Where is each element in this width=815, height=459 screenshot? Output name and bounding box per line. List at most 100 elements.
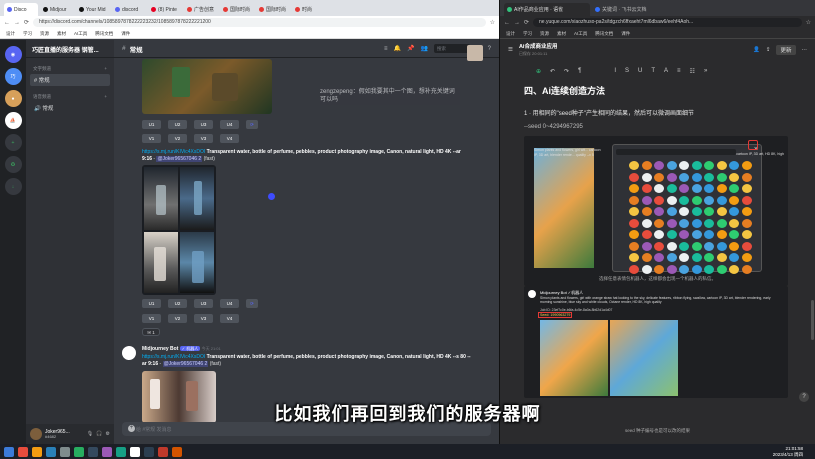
tab-fashion-3[interactable]: 时尚 [292, 3, 326, 16]
emoji-icon[interactable] [629, 253, 639, 262]
emoji-icon[interactable] [741, 161, 752, 170]
u4-button[interactable]: U4 [220, 120, 239, 129]
bookmark-item[interactable]: 课件 [621, 31, 630, 37]
members-icon[interactable]: 👥 [421, 45, 428, 52]
emoji-icon[interactable] [654, 241, 664, 251]
mic-icon[interactable]: 🎙 [87, 431, 93, 437]
category-text[interactable]: 文字频道 + [26, 66, 114, 72]
emoji-icon[interactable] [729, 253, 739, 262]
emoji-icon[interactable] [729, 218, 739, 228]
search-input[interactable]: 搜索 [433, 44, 470, 53]
add-channel-icon[interactable]: + [104, 66, 107, 72]
help-icon[interactable]: ? [488, 46, 491, 52]
bookmark-item[interactable]: 设计 [506, 31, 515, 37]
add-server-icon[interactable]: + [4, 134, 22, 151]
emoji-icon[interactable] [654, 264, 664, 274]
url-field[interactable]: https://discord.com/channels/10858978782… [33, 18, 486, 27]
italic-icon[interactable]: I [614, 68, 616, 74]
back-icon[interactable]: ← [504, 20, 510, 26]
update-button[interactable]: 更新 [776, 45, 796, 55]
redo-icon[interactable]: ↷ [564, 68, 569, 75]
tab-pinterest[interactable]: (8) Pinte [148, 3, 182, 16]
emoji-icon[interactable] [691, 230, 702, 239]
emoji-icon[interactable] [741, 230, 752, 239]
emoji-icon[interactable] [629, 264, 639, 274]
explore-icon[interactable]: ✪ [4, 156, 22, 173]
bookmark-item[interactable]: AI工具 [574, 31, 587, 37]
app-icon[interactable] [130, 446, 140, 457]
generated-image-grid[interactable] [142, 59, 272, 114]
align-icon[interactable]: ≡ [677, 68, 681, 74]
emoji-icon[interactable] [691, 172, 702, 182]
emoji-icon[interactable] [629, 161, 639, 170]
app-icon[interactable] [116, 446, 126, 457]
bookmark-item[interactable]: 腾讯文档 [95, 31, 113, 37]
emoji-icon[interactable] [704, 184, 714, 193]
bot-avatar[interactable] [122, 346, 136, 360]
emoji-icon[interactable] [641, 172, 652, 182]
app-icon[interactable] [88, 446, 98, 457]
bookmark-item[interactable]: 素材 [57, 31, 66, 37]
emoji-icon[interactable] [716, 161, 727, 170]
emoji-icon[interactable] [641, 207, 652, 216]
server-icon[interactable]: ⛵ [4, 112, 22, 129]
server-icon[interactable]: 巧 [4, 68, 22, 85]
emoji-icon[interactable] [716, 207, 727, 216]
emoji-icon[interactable] [716, 218, 727, 228]
emoji-icon[interactable] [716, 184, 727, 193]
emoji-icon[interactable] [666, 241, 677, 251]
v3-button[interactable]: V3 [194, 134, 213, 143]
emoji-icon[interactable] [641, 161, 652, 170]
tab-discord[interactable]: Disco [4, 3, 38, 16]
emoji-icon[interactable] [729, 195, 739, 205]
emoji-icon[interactable] [704, 218, 714, 228]
system-clock[interactable]: 21:01:58 2023/4/13 周四 [773, 446, 815, 457]
server-icon[interactable]: ● [4, 90, 22, 107]
share-icon[interactable]: ⇪ [766, 47, 771, 53]
emoji-icon[interactable] [641, 218, 652, 228]
bookmark-item[interactable]: 资源 [40, 31, 49, 37]
reroll-button[interactable]: ⟳ [246, 120, 258, 129]
app-icon[interactable] [144, 446, 154, 457]
list-icon[interactable]: ☷ [690, 68, 695, 75]
v1-button[interactable]: V1 [142, 314, 161, 323]
tab-feishu[interactable]: 关键词 · 飞书云文档 [592, 3, 678, 16]
threads-icon[interactable]: ≡ [384, 46, 388, 52]
undo-icon[interactable]: ↶ [550, 68, 555, 75]
emoji-icon[interactable] [704, 264, 714, 274]
reroll-button[interactable]: ⟳ [246, 299, 258, 308]
emoji-icon[interactable] [741, 218, 752, 228]
tab-fashion-2[interactable]: 国际时尚 [256, 3, 290, 16]
emoji-icon[interactable] [691, 218, 702, 228]
emoji-icon[interactable] [679, 218, 689, 228]
emoji-icon[interactable] [679, 172, 689, 182]
emoji-icon[interactable] [741, 207, 752, 216]
emoji-icon[interactable] [741, 184, 752, 193]
v4-button[interactable]: V4 [220, 314, 239, 323]
app-icon[interactable] [102, 446, 112, 457]
clear-format-icon[interactable]: T [651, 68, 655, 74]
u4-button[interactable]: U4 [220, 299, 239, 308]
bookmark-item[interactable]: 课件 [121, 31, 130, 37]
prompt-link[interactable]: https://s.mj.run/KIVic4XsDOI [142, 354, 205, 360]
emoji-icon[interactable] [716, 264, 727, 274]
start-icon[interactable] [4, 446, 14, 457]
add-attachment-icon[interactable]: + [128, 425, 135, 432]
emoji-icon[interactable] [654, 161, 664, 170]
v4-button[interactable]: V4 [220, 134, 239, 143]
bookmark-item[interactable]: 素材 [557, 31, 566, 37]
emoji-icon[interactable] [691, 241, 702, 251]
emoji-icon[interactable] [729, 230, 739, 239]
emoji-icon[interactable] [729, 264, 739, 274]
forward-icon[interactable]: → [14, 20, 20, 26]
reload-icon[interactable]: ⟳ [24, 19, 29, 26]
emoji-icon[interactable] [704, 161, 714, 170]
emoji-icon[interactable] [704, 241, 714, 251]
doc-screenshot-seed[interactable]: Midjourney Bot ✓机器人 Simon plants and flo… [524, 286, 788, 398]
v2-button[interactable]: V2 [168, 134, 187, 143]
more-icon[interactable]: ⋯ [802, 47, 808, 53]
emoji-icon[interactable] [691, 207, 702, 216]
scrollbar[interactable] [811, 300, 814, 340]
add-channel-icon[interactable]: + [104, 94, 107, 100]
emoji-icon[interactable] [629, 207, 639, 216]
